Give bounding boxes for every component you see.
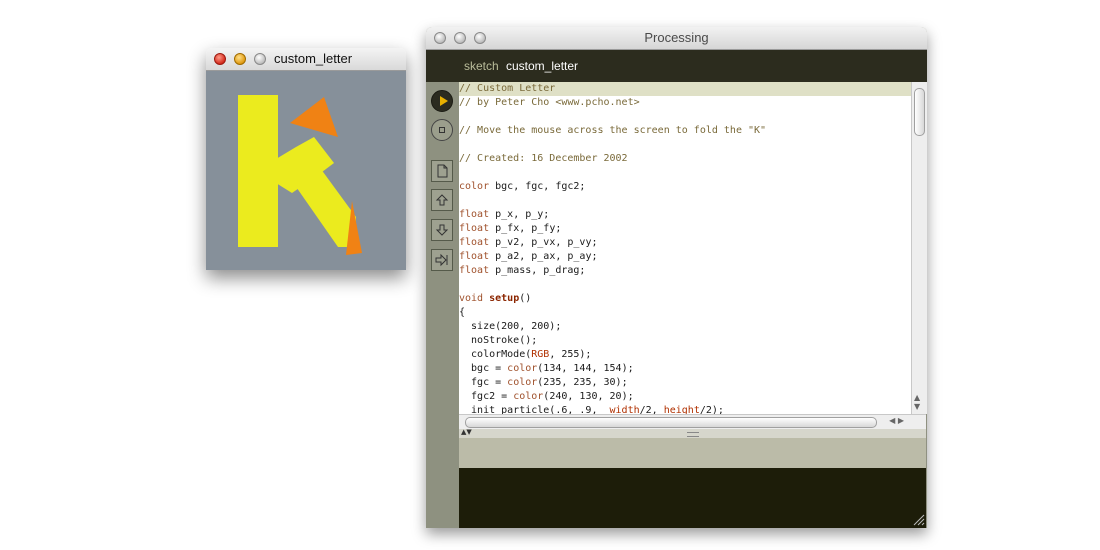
vertical-scrollbar[interactable]: ▲ ▼ [911,82,927,414]
code-line[interactable]: float p_x, p_y; [459,208,911,222]
save-icon [435,224,449,236]
save-button[interactable] [431,219,453,241]
console-area [459,468,926,528]
editor-header: sketch custom_letter [426,50,927,82]
open-button[interactable] [431,189,453,211]
toolbar [426,82,459,528]
code-line[interactable]: color bgc, fgc, fgc2; [459,180,911,194]
code-line[interactable] [459,138,911,152]
code-line[interactable]: // Custom Letter [459,82,911,96]
horizontal-scroll-arrows-icon[interactable]: ◀ ▶ [889,416,904,425]
code-line[interactable]: fgc2 = color(240, 130, 20); [459,390,911,404]
code-line[interactable]: float p_v2, p_vx, p_vy; [459,236,911,250]
minimize-button[interactable] [234,53,246,65]
sketch-canvas[interactable] [206,71,406,270]
processing-window-title: Processing [644,30,709,45]
run-button[interactable] [431,90,453,112]
resize-grip-icon[interactable] [913,514,925,526]
code-line[interactable]: // Created: 16 December 2002 [459,152,911,166]
export-icon [435,253,448,267]
zoom-button[interactable] [254,53,266,65]
code-line[interactable]: // Move the mouse across the screen to f… [459,124,911,138]
vertical-scroll-thumb[interactable] [914,88,925,136]
code-line[interactable]: noStroke(); [459,334,911,348]
code-line[interactable]: fgc = color(235, 235, 30); [459,376,911,390]
code-line[interactable] [459,194,911,208]
code-line[interactable] [459,166,911,180]
status-bar [459,438,926,468]
code-line[interactable] [459,278,911,292]
pane-splitter[interactable]: ▲▼ [459,428,926,438]
sketch-window: custom_letter [206,48,406,270]
processing-title-bar[interactable]: Processing [426,27,927,50]
code-line[interactable]: void setup() [459,292,911,306]
code-line[interactable]: { [459,306,911,320]
new-button[interactable] [431,160,453,182]
horizontal-scroll-thumb[interactable] [465,417,877,428]
processing-window: Processing sketch custom_letter // Custo… [426,27,927,528]
code-line[interactable] [459,110,911,124]
code-line[interactable]: // by Peter Cho <www.pcho.net> [459,96,911,110]
sketch-title-bar[interactable]: custom_letter [206,48,406,71]
code-line[interactable]: size(200, 200); [459,320,911,334]
code-line[interactable]: float p_a2, p_ax, p_ay; [459,250,911,264]
new-icon [437,164,448,178]
code-line[interactable]: colorMode(RGB, 255); [459,348,911,362]
code-editor[interactable]: // Custom Letter// by Peter Cho <www.pch… [459,82,911,414]
close-button[interactable] [214,53,226,65]
scroll-arrows-icon[interactable]: ▲ ▼ [914,393,920,411]
export-button[interactable] [431,249,453,271]
splitter-grip-icon[interactable] [687,432,699,437]
sketch-menu-label[interactable]: sketch [464,59,499,73]
code-line[interactable]: float p_fx, p_fy; [459,222,911,236]
code-text[interactable]: // Custom Letter// by Peter Cho <www.pch… [459,82,911,414]
code-line[interactable]: float p_mass, p_drag; [459,264,911,278]
sketch-window-title: custom_letter [274,51,353,66]
code-line[interactable]: init_particle(.6, .9, width/2, height/2)… [459,404,911,414]
split-arrows-icon[interactable]: ▲▼ [461,428,472,436]
horizontal-scrollbar[interactable]: ◀ ▶ [459,414,926,430]
code-line[interactable]: bgc = color(134, 144, 154); [459,362,911,376]
stop-button[interactable] [431,119,453,141]
tab-custom-letter[interactable]: custom_letter [506,59,578,73]
open-icon [435,194,449,206]
